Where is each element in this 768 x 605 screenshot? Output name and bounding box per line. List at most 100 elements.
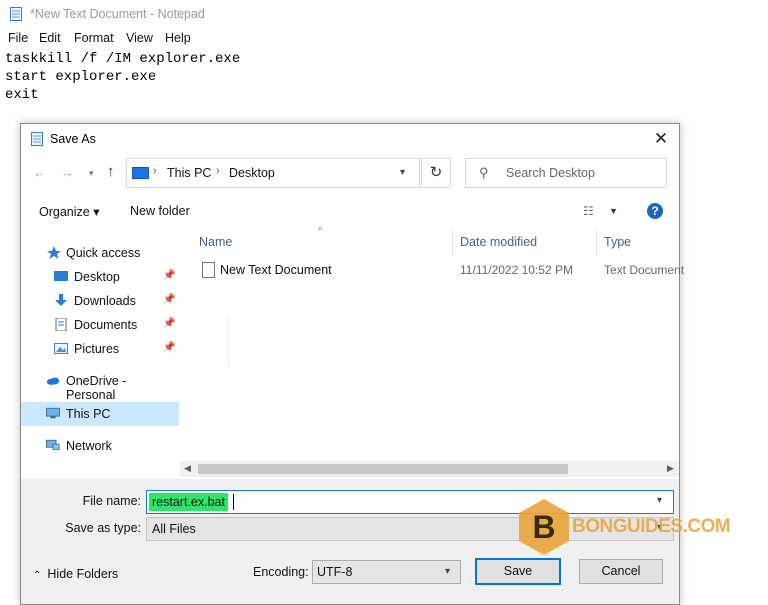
search-input[interactable]: ⚲ Search Desktop [465,158,667,188]
sidebar-item-pictures[interactable]: Pictures 📌 [21,337,179,361]
scroll-right-icon[interactable]: ▶ [667,463,674,474]
sidebar-item-label: Documents [74,318,138,332]
notepad-editor[interactable]: taskkill /f /IM explorer.exe start explo… [5,50,240,104]
back-arrow-icon[interactable]: ← [33,165,46,180]
view-options-icon[interactable]: ☷ [583,204,594,218]
network-icon [46,439,60,450]
up-arrow-icon[interactable]: ↑ [107,163,115,180]
menu-format[interactable]: Format [74,31,114,45]
scroll-left-icon[interactable]: ◀ [184,463,191,474]
sidebar-item-onedrive[interactable]: OneDrive - Personal [21,369,179,402]
sort-ascending-icon: ^ [318,226,323,237]
file-name-cell: New Text Document [220,263,332,277]
navigation-pane: Quick access Desktop 📌 Downloads 📌 Docum… [21,229,179,476]
sidebar-item-label: This PC [66,407,111,421]
sidebar-item-label: OneDrive - Personal [66,374,127,402]
file-list-header: Name ^ Date modified Type [180,226,679,255]
sidebar-item-quick-access[interactable]: Quick access [21,241,179,265]
close-icon[interactable]: ✕ [649,128,673,150]
save-as-type-label: Save as type: [65,521,141,535]
encoding-label: Encoding: [253,565,309,579]
breadcrumb-separator: › [216,165,220,177]
documents-icon [55,318,67,331]
address-bar[interactable]: › This PC › Desktop ▾ [126,158,420,188]
hide-folders-label: Hide Folders [47,567,119,581]
menu-edit[interactable]: Edit [39,31,61,45]
file-type-cell: Text Document [604,263,685,277]
cancel-button[interactable]: Cancel [579,559,663,584]
notepad-menubar: File Edit Format View Help [0,28,768,48]
save-button[interactable]: Save [475,558,561,585]
table-row[interactable]: New Text Document 11/11/2022 10:52 PM Te… [180,259,684,281]
menu-view[interactable]: View [126,31,153,45]
column-divider[interactable] [452,229,453,255]
chevron-up-icon: ⌃ [33,570,42,581]
encoding-select[interactable]: UTF-8 ▾ [312,560,461,584]
save-as-type-value: All Files [152,522,196,536]
column-divider[interactable] [596,229,597,255]
bonguides-watermark: B BONGUIDES.COM [518,498,731,556]
chevron-down-icon[interactable]: ▼ [609,206,618,216]
bonguides-logo-icon: B [519,499,569,555]
new-folder-button[interactable]: New folder [130,204,190,218]
sidebar-item-label: Pictures [74,342,120,356]
command-bar: Organize ▾ New folder ☷ ▼ ? [21,194,679,228]
pictures-icon [54,343,68,354]
breadcrumb-this-pc[interactable]: This PC [167,166,211,180]
menu-file[interactable]: File [8,31,28,45]
notepad-icon [31,132,43,146]
file-list: Name ^ Date modified Type New Text Docum… [180,226,684,476]
breadcrumb-separator: › [153,165,157,177]
notepad-title: *New Text Document - Notepad [30,7,205,21]
breadcrumb-desktop[interactable]: Desktop [229,166,275,180]
desktop-icon [54,271,68,281]
column-header-date[interactable]: Date modified [460,235,537,249]
dialog-titlebar: Save As ✕ [21,124,679,154]
forward-arrow-icon[interactable]: → [61,165,74,180]
refresh-icon[interactable]: ↻ [421,158,451,188]
notepad-icon [10,7,22,21]
scrollbar-thumb[interactable] [198,464,568,474]
menu-help[interactable]: Help [165,31,191,45]
column-header-name[interactable]: Name [199,235,232,249]
pin-icon: 📌 [163,270,176,281]
horizontal-scrollbar[interactable]: ◀ ▶ [180,461,679,477]
navigation-bar: ← → ▾ ↑ › This PC › Desktop ▾ ↻ ⚲ Search… [21,154,679,194]
star-icon [47,246,61,259]
file-date-cell: 11/11/2022 10:52 PM [460,263,573,277]
search-placeholder: Search Desktop [506,166,595,180]
chevron-down-icon[interactable]: ▾ [445,566,450,577]
file-name-label: File name: [82,494,141,508]
pin-icon: 📌 [163,318,176,329]
pin-icon: 📌 [163,294,176,305]
sidebar-item-label: Desktop [74,270,120,284]
watermark-text: BONGUIDES.COM [572,516,731,537]
sidebar-item-downloads[interactable]: Downloads 📌 [21,289,179,313]
pin-icon: 📌 [163,342,176,353]
sidebar-item-label: Network [66,439,112,453]
onedrive-icon [46,377,60,385]
sidebar-item-this-pc[interactable]: This PC [21,402,179,426]
recent-locations-chevron-icon[interactable]: ▾ [89,168,94,179]
file-name-value: restart.ex.bat [149,493,228,511]
hide-folders-button[interactable]: ⌃ Hide Folders [33,567,118,581]
organize-button[interactable]: Organize ▾ [39,204,99,219]
sidebar-item-network[interactable]: Network [21,434,179,458]
column-header-type[interactable]: Type [604,235,631,249]
sidebar-item-documents[interactable]: Documents 📌 [21,313,179,337]
watermark-letter: B [532,509,555,545]
divider [228,317,229,367]
sidebar-item-label: Quick access [66,246,141,260]
this-pc-icon [132,167,149,179]
chevron-down-icon[interactable]: ▾ [400,167,405,178]
downloads-icon [55,294,67,306]
sidebar-item-desktop[interactable]: Desktop 📌 [21,265,179,289]
notepad-titlebar: *New Text Document - Notepad [0,0,768,28]
search-icon: ⚲ [479,165,489,180]
help-icon[interactable]: ? [647,203,663,219]
text-cursor [233,494,234,510]
dialog-title: Save As [50,132,96,146]
text-file-icon [202,262,215,278]
sidebar-item-label: Downloads [74,294,136,308]
this-pc-icon [46,407,60,419]
